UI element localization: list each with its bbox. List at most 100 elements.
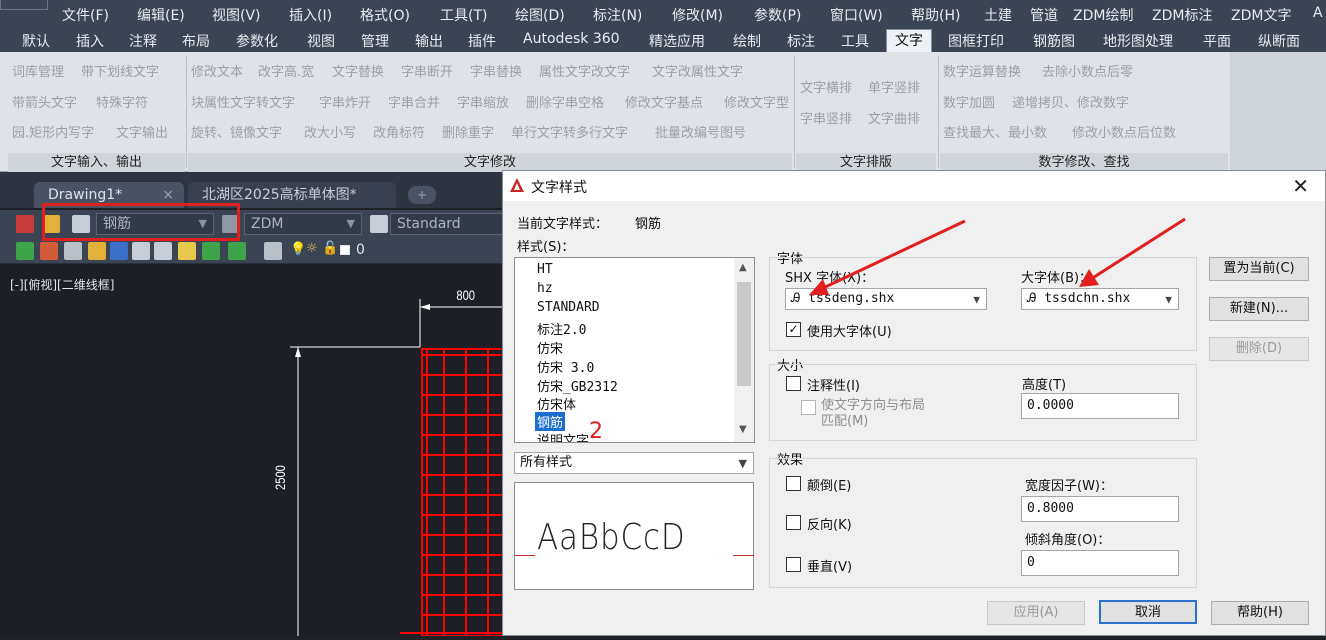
menu-format[interactable]: 格式(O) — [360, 5, 410, 25]
styles-list-scrollbar[interactable]: ▲ ▼ — [734, 258, 754, 442]
pencil-icon[interactable] — [88, 242, 106, 260]
ribbon-cmd[interactable]: 字串炸开 — [319, 92, 371, 111]
menu-view[interactable]: 视图(V) — [212, 5, 261, 25]
tab-draw[interactable]: 绘制 — [733, 31, 761, 52]
vertical-checkbox[interactable] — [786, 557, 801, 572]
ribbon-cmd[interactable]: 数字运算替换 — [943, 61, 1021, 80]
list-item[interactable]: 仿宋 3.0 — [537, 357, 594, 376]
tab-terrain[interactable]: 地形图处理 — [1103, 31, 1173, 52]
menu-pipe[interactable]: 管道 — [1030, 5, 1058, 25]
ribbon-cmd[interactable]: 块属性文字转文字 — [191, 92, 295, 111]
tab-text[interactable]: 文字 — [886, 29, 932, 52]
ribbon-cmd[interactable]: 特殊字符 — [96, 92, 148, 111]
ribbon-cmd[interactable]: 数字加圆 — [943, 92, 995, 111]
ribbon-cmd[interactable]: 字串合并 — [388, 92, 440, 111]
style-filter-select[interactable]: 所有样式 ▼ — [514, 452, 754, 474]
ribbon-cmd[interactable]: 修改文本 — [191, 61, 243, 80]
block-icon[interactable] — [110, 242, 128, 260]
oblique-angle-input[interactable]: 0 — [1021, 550, 1179, 576]
match-layout-checkbox[interactable] — [801, 400, 816, 415]
tab-frame-print[interactable]: 图框打印 — [948, 31, 1004, 52]
lock-icon[interactable]: 🔓 — [322, 241, 338, 256]
height-input[interactable]: 0.0000 — [1021, 393, 1179, 419]
ribbon-cmd[interactable]: 删除重字 — [442, 122, 494, 141]
menu-help[interactable]: 帮助(H) — [911, 5, 960, 25]
layer-icon[interactable] — [16, 242, 34, 260]
menu-tools[interactable]: 工具(T) — [440, 5, 487, 25]
ribbon-cmd[interactable]: 修改文字型 — [724, 92, 789, 111]
drawing-canvas[interactable]: 800 2500 — [0, 265, 511, 637]
menu-civil[interactable]: 土建 — [984, 5, 1012, 25]
new-tab-icon[interactable]: + — [408, 186, 436, 204]
scissors-icon[interactable] — [178, 242, 196, 260]
layer-props-icon[interactable] — [264, 242, 282, 260]
table-style-combo[interactable]: Standard — [390, 213, 510, 235]
menu-insert[interactable]: 插入(I) — [289, 5, 332, 25]
shx-font-select[interactable]: Ꭿ tssdeng.shx ▼ — [785, 288, 987, 310]
ribbon-cmd[interactable]: 改角标符 — [373, 122, 425, 141]
apply-button[interactable]: 应用(A) — [987, 601, 1085, 625]
layer-state-icon[interactable] — [228, 242, 246, 260]
menu-zdm-draw[interactable]: ZDM绘制 — [1073, 5, 1133, 25]
list-item-selected[interactable]: 钢筋 — [535, 412, 566, 431]
ribbon-cmd[interactable]: 属性文字改文字 — [539, 61, 630, 80]
list-item[interactable]: 仿宋体 — [537, 394, 576, 413]
menu-draw[interactable]: 绘图(D) — [515, 5, 565, 25]
annotative-checkbox[interactable] — [786, 376, 801, 391]
tab-annotate[interactable]: 注释 — [129, 31, 157, 52]
menu-file[interactable]: 文件(F) — [62, 5, 109, 25]
ribbon-cmd[interactable]: 修改文字基点 — [625, 92, 703, 111]
tab-parametric[interactable]: 参数化 — [236, 31, 278, 52]
tab-output[interactable]: 输出 — [415, 31, 443, 52]
recycle-icon[interactable] — [202, 242, 220, 260]
menu-dimension[interactable]: 标注(N) — [593, 5, 642, 25]
menu-modify[interactable]: 修改(M) — [672, 5, 723, 25]
new-style-button[interactable]: 新建(N)... — [1209, 297, 1309, 321]
backwards-checkbox[interactable] — [786, 515, 801, 530]
list-item[interactable]: 仿宋 — [537, 338, 563, 357]
tab-autodesk360[interactable]: Autodesk 360 — [523, 31, 620, 52]
menu-zdm-text[interactable]: ZDM文字 — [1231, 5, 1291, 25]
ribbon-cmd[interactable]: 字串断开 — [401, 61, 453, 80]
bulb-icon[interactable]: 💡 — [290, 242, 306, 257]
ribbon-cmd[interactable]: 查找最大、最小数 — [943, 122, 1047, 141]
list-item[interactable]: STANDARD — [537, 300, 600, 315]
ribbon-cmd[interactable]: 文字输出 — [116, 122, 168, 141]
cancel-button[interactable]: 取消 — [1099, 600, 1197, 624]
edit-icon[interactable] — [40, 242, 58, 260]
use-big-font-checkbox[interactable]: ✓ — [786, 322, 801, 337]
ribbon-cmd[interactable]: 改字高.宽 — [258, 61, 314, 80]
ribbon-cmd[interactable]: 园.矩形内写字 — [12, 122, 94, 141]
list-item[interactable]: HT — [537, 262, 553, 277]
app-logo[interactable] — [0, 0, 48, 10]
ribbon-cmd[interactable]: 词库管理 — [12, 61, 64, 80]
match-icon[interactable] — [64, 242, 82, 260]
list-icon[interactable] — [154, 242, 172, 260]
menu-zdm-dim[interactable]: ZDM标注 — [1152, 5, 1212, 25]
chevron-up-icon[interactable]: ▲ — [739, 262, 747, 273]
ribbon-cmd[interactable]: 字串竖排 — [800, 108, 852, 127]
ribbon-cmd[interactable]: 带下划线文字 — [81, 61, 159, 80]
tab-default[interactable]: 默认 — [22, 31, 50, 52]
table-style-icon[interactable] — [370, 215, 388, 233]
big-font-select[interactable]: Ꭿ tssdchn.shx ▼ — [1021, 288, 1179, 310]
chevron-down-icon[interactable]: ▼ — [739, 424, 747, 435]
tab-plugins[interactable]: 插件 — [468, 31, 496, 52]
ribbon-cmd[interactable]: 字串缩放 — [457, 92, 509, 111]
ribbon-cmd[interactable]: 去除小数点后零 — [1042, 61, 1133, 80]
menu-parametric[interactable]: 参数(P) — [754, 5, 801, 25]
ribbon-cmd[interactable]: 删除字串空格 — [526, 92, 604, 111]
delete-style-button[interactable]: 删除(D) — [1209, 337, 1309, 361]
ribbon-cmd[interactable]: 修改小数点后位数 — [1072, 122, 1176, 141]
width-factor-input[interactable]: 0.8000 — [1021, 496, 1179, 522]
ribbon-cmd[interactable]: 文字曲排 — [868, 108, 920, 127]
list-item[interactable]: 标注2.0 — [537, 319, 586, 338]
menu-window[interactable]: 窗口(W) — [830, 5, 883, 25]
ribbon-cmd[interactable]: 字串替换 — [470, 61, 522, 80]
bracket-icon[interactable] — [132, 242, 150, 260]
tab-profile[interactable]: 纵断面 — [1258, 31, 1300, 52]
ribbon-cmd[interactable]: 旋转、镜像文字 — [191, 122, 282, 141]
tab-tools[interactable]: 工具 — [841, 31, 869, 52]
ribbon-cmd[interactable]: 递增拷贝、修改数字 — [1012, 92, 1129, 111]
ribbon-cmd[interactable]: 文字横排 — [800, 77, 852, 96]
